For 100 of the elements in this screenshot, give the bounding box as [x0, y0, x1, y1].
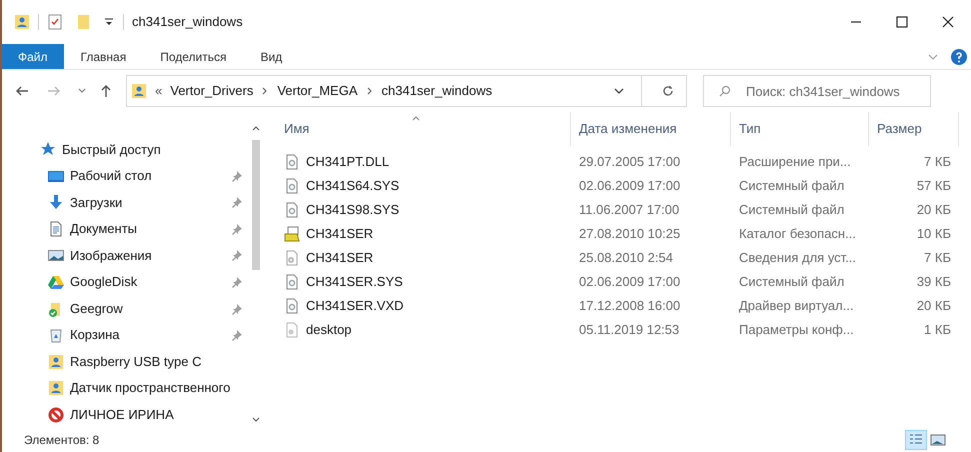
chevron-right-icon: [366, 87, 374, 95]
item-count: Элементов: 8: [24, 432, 100, 449]
breadcrumb[interactable]: ch341ser_windows: [382, 81, 492, 101]
settings-file-icon: [284, 322, 300, 338]
date-cell-text: 02.06.2009 17:00: [578, 273, 682, 292]
size-cell-text: 7 КБ: [923, 153, 952, 172]
pin-icon: [231, 196, 243, 208]
help-icon[interactable]: [951, 48, 967, 64]
nav-item[interactable]: Документы: [40, 216, 243, 242]
forbidden-icon: [48, 406, 64, 423]
overflow-crumb[interactable]: «: [155, 81, 162, 101]
image-icon: [48, 247, 64, 264]
search-icon: [719, 85, 731, 97]
size-cell-text: 7 КБ: [923, 249, 952, 268]
size-cell-text: 1 КБ: [923, 321, 952, 340]
size-cell-text: 39 КБ: [916, 273, 952, 292]
window-title: ch341ser_windows: [132, 13, 243, 32]
recent-caret-icon[interactable]: [78, 87, 86, 95]
file-name-cell[interactable]: desktop: [276, 320, 571, 340]
nav-item[interactable]: GoogleDisk: [40, 268, 243, 296]
system-file-icon: [284, 202, 300, 218]
triangle-drive-icon: [48, 274, 64, 290]
user-folder-icon: [14, 14, 30, 30]
date-cell-text: 05.11.2019 12:53: [578, 321, 680, 340]
user-folder-icon: [131, 83, 147, 99]
date-cell-text: 29.07.2005 17:00: [578, 153, 682, 172]
scroll-down-icon[interactable]: [252, 416, 260, 424]
date-cell-text: 27.08.2010 10:25: [578, 225, 682, 244]
catalog-file-icon: [284, 226, 300, 242]
pin-icon: [231, 170, 243, 182]
pin-icon: [231, 329, 243, 342]
properties-icon[interactable]: [47, 14, 63, 30]
type-cell-text: Системный файл: [738, 177, 846, 196]
scrollbar-thumb[interactable]: [252, 140, 260, 270]
file-name-cell[interactable]: CH341SER: [276, 224, 571, 244]
image-icon: [930, 432, 946, 448]
date-cell-text: 25.08.2010 2:54: [578, 249, 674, 268]
date-cell-text: 17.12.2008 16:00: [578, 297, 682, 316]
dropdown-arrow-icon[interactable]: [103, 16, 115, 28]
nav-item[interactable]: Корзина: [40, 322, 243, 348]
user-folder-icon: [48, 380, 64, 396]
system-file-icon: [284, 298, 300, 314]
details-view-button[interactable]: [905, 430, 927, 450]
date-cell-text: 11.06.2007 17:00: [578, 201, 680, 220]
nav-item[interactable]: ЛИЧНОЕ ИРИНА: [40, 401, 243, 428]
file-name-cell[interactable]: CH341SER: [276, 248, 571, 268]
download-arrow-icon: [48, 194, 64, 210]
type-cell-text: Системный файл: [738, 201, 846, 220]
user-folder-icon: [48, 354, 64, 370]
type-cell-text: Расширение при...: [738, 153, 852, 172]
chevron-right-icon: [261, 87, 270, 95]
system-file-icon: [284, 154, 300, 170]
size-cell-text: 57 КБ: [916, 177, 952, 196]
column-header[interactable]: Имя: [276, 112, 571, 146]
pin-icon: [231, 222, 243, 235]
pin-icon: [231, 249, 243, 262]
document-icon: [48, 220, 64, 237]
file-name-cell[interactable]: CH341PT.DLL: [276, 152, 571, 172]
column-header[interactable]: Дата изменения: [571, 112, 731, 146]
file-name-cell[interactable]: CH341SER.SYS: [276, 272, 571, 292]
file-name-cell[interactable]: CH341SER.VXD: [276, 296, 571, 316]
refresh-icon[interactable]: [662, 85, 674, 97]
system-file-icon: [284, 178, 300, 194]
pin-icon: [231, 276, 243, 288]
type-cell-text: Параметры конф...: [738, 321, 855, 340]
size-cell-text: 20 КБ: [916, 297, 952, 316]
file-menu-tab[interactable]: Файл: [2, 44, 64, 69]
type-cell-text: Сведения для уст...: [738, 249, 858, 268]
type-cell-text: Системный файл: [738, 273, 846, 292]
ribbon-tab[interactable]: Главная: [64, 44, 144, 69]
scroll-up-icon[interactable]: [252, 124, 260, 132]
nav-item[interactable]: Загрузки: [40, 189, 243, 216]
close-icon: [942, 16, 954, 28]
size-cell-text: 20 КБ: [916, 201, 952, 220]
ribbon-tab[interactable]: Вид: [243, 44, 300, 69]
column-header[interactable]: Тип: [731, 112, 869, 146]
nav-item[interactable]: Рабочий стол: [40, 162, 243, 190]
breadcrumb[interactable]: Vertor_Drivers: [170, 81, 254, 101]
nav-item[interactable]: Geegrow: [40, 295, 243, 322]
file-name-cell[interactable]: CH341S98.SYS: [276, 200, 571, 220]
file-name-cell[interactable]: CH341S64.SYS: [276, 176, 571, 196]
nav-item[interactable]: Быстрый доступ: [40, 136, 243, 163]
sort-ascending-icon: [412, 114, 420, 122]
star-icon: [40, 141, 56, 158]
column-header[interactable]: Размер: [869, 112, 959, 146]
maximize-icon: [896, 16, 908, 28]
type-cell-text: Драйвер виртуал...: [738, 297, 855, 316]
pin-icon: [231, 302, 243, 315]
address-bar[interactable]: « Vertor_Drivers Vertor_MEGA ch341ser_windows: [126, 75, 687, 107]
nav-item[interactable]: Raspberry USB type C: [40, 348, 243, 375]
nav-item[interactable]: Датчик пространственного: [40, 374, 243, 402]
ribbon-tab[interactable]: Поделиться: [143, 44, 244, 69]
breadcrumb[interactable]: Vertor_MEGA: [277, 81, 358, 101]
date-cell-text: 02.06.2009 17:00: [578, 177, 682, 196]
nav-item[interactable]: Изображения: [40, 242, 243, 269]
type-cell-text: Каталог безопасн...: [738, 225, 857, 244]
gear-file-icon: [284, 250, 300, 266]
recycle-bin-icon: [48, 327, 64, 344]
search-field[interactable]: Поиск: ch341ser_windows: [703, 75, 931, 107]
size-cell-text: 10 КБ: [916, 225, 952, 244]
